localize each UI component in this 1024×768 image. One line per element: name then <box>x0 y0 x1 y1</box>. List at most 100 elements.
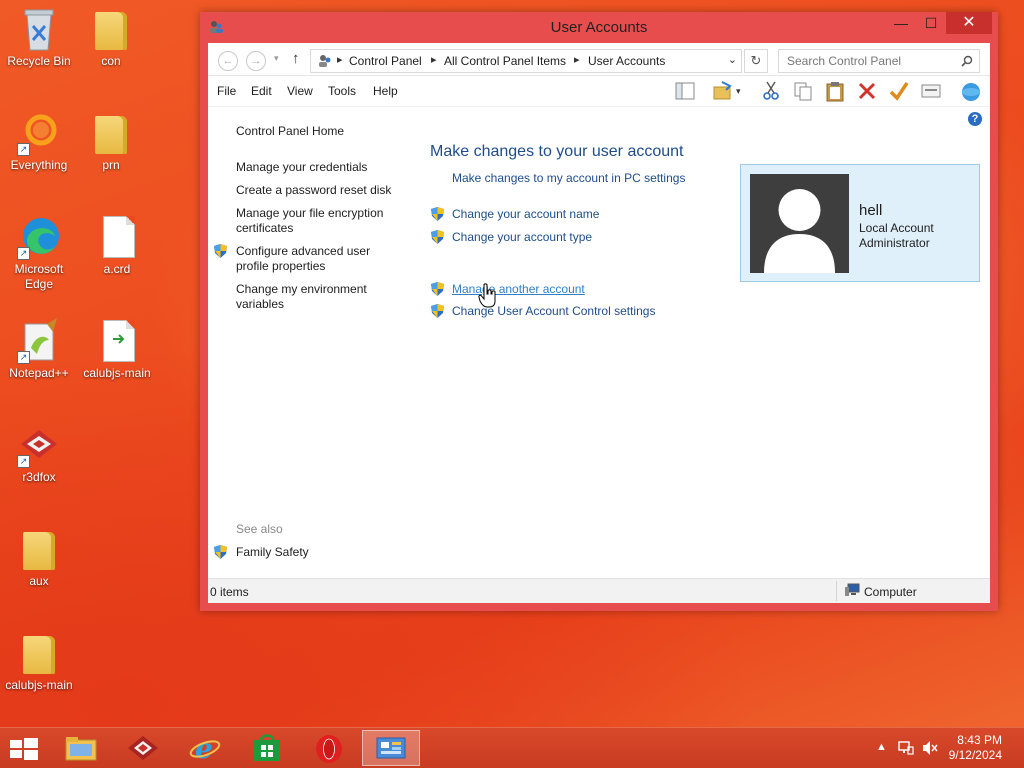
recycle-bin-icon <box>17 6 61 52</box>
address-toolbar: ← → ▾ ↑ ▸ Control Panel ▸ All Control Pa… <box>208 43 990 76</box>
network-icon[interactable] <box>898 740 914 756</box>
taskbar-internet-explorer[interactable]: e <box>176 730 234 766</box>
taskbar-control-panel[interactable] <box>362 730 420 766</box>
copy-icon[interactable] <box>792 80 814 102</box>
desktop-icon-prn[interactable]: prn <box>73 110 149 173</box>
internet-explorer-icon: e <box>189 733 221 763</box>
configure-profile-properties-link[interactable]: Configure advanced user profile properti… <box>236 244 396 274</box>
folder-options-icon[interactable] <box>712 80 734 102</box>
folder-icon <box>89 6 133 52</box>
desktop-icon-r3dfox[interactable]: ↗ r3dfox <box>1 422 77 485</box>
breadcrumb-all-items[interactable]: All Control Panel Items <box>444 54 566 68</box>
paste-icon[interactable] <box>824 80 846 102</box>
menu-bar: File Edit View Tools Help ▾ <box>208 76 990 107</box>
shortcut-arrow-icon: ↗ <box>17 247 30 260</box>
desktop-icon-recycle-bin[interactable]: Recycle Bin <box>1 6 77 69</box>
title-bar[interactable]: User Accounts — ☐ ✕ <box>200 12 998 42</box>
user-accounts-window: User Accounts — ☐ ✕ ← → ▾ ↑ ▸ Control Pa… <box>200 12 998 611</box>
delete-icon[interactable] <box>856 80 878 102</box>
desktop-icon-calubjs-main-file[interactable]: calubjs-main <box>79 318 155 381</box>
window-title: User Accounts <box>550 19 648 36</box>
arrow-left-icon: ← <box>222 55 234 67</box>
user-account-kind: Local Account <box>859 221 934 235</box>
family-safety-link[interactable]: Family Safety <box>236 545 309 560</box>
maximize-button[interactable]: ☐ <box>916 12 946 34</box>
volume-muted-icon[interactable] <box>922 740 938 756</box>
address-dropdown-chevron-icon[interactable]: ⌄ <box>728 53 737 66</box>
family-safety-shield-icon <box>214 545 227 559</box>
address-bar[interactable]: ▸ Control Panel ▸ All Control Panel Item… <box>310 49 742 73</box>
views-icon[interactable] <box>920 80 942 102</box>
taskbar-store[interactable] <box>238 730 296 766</box>
recent-locations-dropdown[interactable]: ▾ <box>274 53 279 64</box>
taskbar-r3dfox[interactable] <box>114 730 172 766</box>
zone-computer-label: Computer <box>864 585 917 599</box>
everything-icon: ↗ <box>17 110 61 156</box>
up-button[interactable]: ↑ <box>292 50 300 67</box>
breadcrumb-user-accounts[interactable]: User Accounts <box>588 54 665 68</box>
desktop-icon-con[interactable]: con <box>73 6 149 69</box>
status-bar: 0 items Computer <box>208 578 990 603</box>
arrow-up-icon: ↑ <box>292 50 300 67</box>
control-panel-home-link[interactable]: Control Panel Home <box>236 124 344 139</box>
forward-button[interactable]: → <box>246 51 266 71</box>
layout-pane-icon[interactable] <box>674 80 696 102</box>
clock-date: 9/12/2024 <box>948 748 1002 762</box>
control-panel-icon <box>376 737 406 759</box>
pc-settings-link[interactable]: Make changes to my account in PC setting… <box>452 171 685 186</box>
uac-shield-icon <box>431 207 444 221</box>
menu-tools[interactable]: Tools <box>328 84 356 98</box>
desktop-icon-calubjs-main-folder[interactable]: calubjs-main <box>1 630 77 693</box>
window-client: ← → ▾ ↑ ▸ Control Panel ▸ All Control Pa… <box>208 43 990 603</box>
system-clock[interactable]: 8:43 PM 9/12/2024 <box>949 733 1002 763</box>
manage-credentials-link[interactable]: Manage your credentials <box>236 160 396 175</box>
minimize-button[interactable]: — <box>886 12 916 34</box>
item-count: 0 items <box>210 585 249 599</box>
user-name: hell <box>859 202 883 219</box>
close-button[interactable]: ✕ <box>946 12 992 34</box>
menu-edit[interactable]: Edit <box>251 84 272 98</box>
page-heading: Make changes to your user account <box>430 143 684 160</box>
show-hidden-icons-button[interactable]: ▲ <box>876 741 887 753</box>
taskbar-file-explorer[interactable] <box>52 730 110 766</box>
shell-globe-icon[interactable] <box>960 80 982 102</box>
help-icon[interactable]: ? <box>968 112 982 126</box>
breadcrumb-control-panel[interactable]: Control Panel <box>349 54 422 68</box>
change-account-type-link[interactable]: Change your account type <box>452 230 592 245</box>
desktop-icon-microsoft-edge[interactable]: ↗ Microsoft Edge <box>1 214 77 292</box>
manage-another-account-link[interactable]: Manage another account <box>452 282 585 297</box>
user-avatar <box>750 174 849 273</box>
manage-file-encryption-link[interactable]: Manage your file encryption certificates <box>236 206 396 236</box>
folder-icon <box>17 630 61 676</box>
search-box[interactable]: Search Control Panel <box>778 49 980 73</box>
change-account-name-link[interactable]: Change your account name <box>452 207 599 222</box>
edge-icon: ↗ <box>17 214 61 260</box>
uac-shield-icon <box>431 304 444 318</box>
menu-view[interactable]: View <box>287 84 313 98</box>
desktop-icon-aux[interactable]: aux <box>1 526 77 589</box>
start-button[interactable] <box>0 730 48 766</box>
refresh-button[interactable]: ↻ <box>744 49 768 73</box>
back-button[interactable]: ← <box>218 51 238 71</box>
current-user-card[interactable]: hell Local Account Administrator <box>740 164 980 282</box>
folder-options-dropdown-icon[interactable]: ▾ <box>736 86 741 97</box>
taskbar-opera[interactable] <box>300 730 358 766</box>
file-explorer-icon <box>65 737 97 761</box>
change-environment-variables-link[interactable]: Change my environment variables <box>236 282 396 312</box>
user-account-role: Administrator <box>859 236 930 250</box>
computer-icon <box>845 583 860 596</box>
notepad-plus-plus-icon: ↗ <box>17 318 61 364</box>
cut-icon[interactable] <box>760 80 782 102</box>
create-password-reset-disk-link[interactable]: Create a password reset disk <box>236 183 396 198</box>
desktop-icon-notepad-plus-plus[interactable]: ↗ Notepad++ <box>1 318 77 381</box>
search-input[interactable]: Search Control Panel <box>787 54 901 68</box>
desktop-icon-a-crd[interactable]: a.crd <box>79 214 155 277</box>
search-icon[interactable] <box>961 55 973 67</box>
shortcut-arrow-icon: ↗ <box>17 351 30 364</box>
desktop-icon-everything[interactable]: ↗ Everything <box>1 110 77 173</box>
chevron-down-icon: ▾ <box>274 53 279 63</box>
menu-file[interactable]: File <box>217 84 236 98</box>
breadcrumb-separator-icon: ▸ <box>574 54 580 66</box>
menu-help[interactable]: Help <box>373 84 398 98</box>
properties-checkmark-icon[interactable] <box>888 80 910 102</box>
